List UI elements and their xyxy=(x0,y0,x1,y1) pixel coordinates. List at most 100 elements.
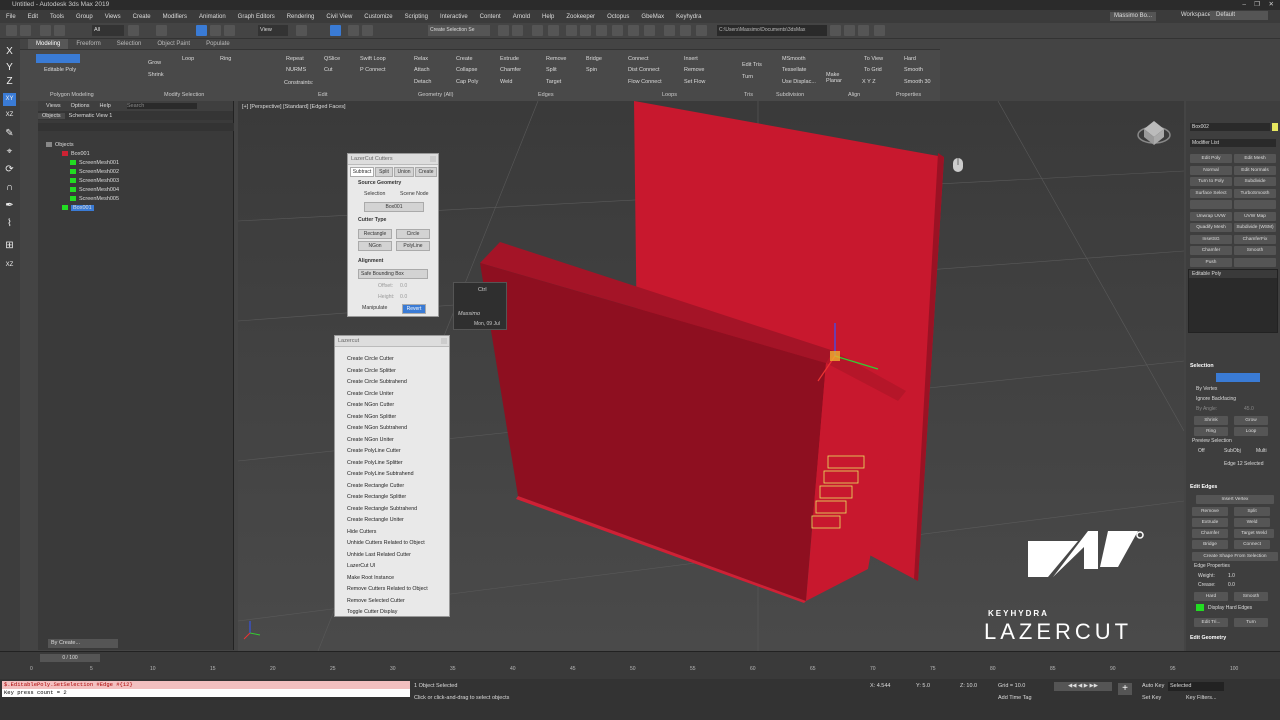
weld-button[interactable]: Weld xyxy=(1234,518,1270,527)
group-polygon-modeling[interactable]: Polygon Modeling xyxy=(50,92,94,98)
tree-item[interactable]: ScreenMesh003 xyxy=(70,177,250,186)
modifier-button[interactable]: Edit Mesh xyxy=(1234,154,1276,163)
set-key-button[interactable]: Set Key xyxy=(1142,695,1161,701)
undo-icon[interactable] xyxy=(6,25,17,36)
tab-subtract[interactable]: Subtract xyxy=(350,167,374,177)
axis-xz2-icon[interactable]: XZ xyxy=(3,259,16,272)
shrink-button[interactable]: Shrink xyxy=(1194,416,1228,425)
modifier-button[interactable]: UVW Map xyxy=(1234,211,1276,221)
selection-rollout[interactable]: Selection xyxy=(1190,363,1214,369)
preview-multi-radio[interactable]: Multi xyxy=(1256,448,1267,454)
tree-item[interactable]: ScreenMesh005 xyxy=(70,195,250,204)
schematic-icon[interactable] xyxy=(580,25,591,36)
tree-item[interactable]: ScreenMesh004 xyxy=(70,186,250,195)
tab-modeling[interactable]: Modeling xyxy=(28,39,69,49)
split-button[interactable]: Split xyxy=(546,67,557,73)
redo-icon[interactable] xyxy=(20,25,31,36)
preview-off-radio[interactable]: Off xyxy=(1198,448,1205,454)
maxscript-listener[interactable]: $.EditablePoly.SetSelection #Edge #{12} … xyxy=(2,681,410,697)
key-mode-dropdown[interactable]: Selected xyxy=(1168,682,1224,691)
perspective-viewport[interactable]: [+] [Perspective] [Standard] [Edged Face… xyxy=(238,101,1184,651)
menu-animation[interactable]: Animation xyxy=(193,14,232,20)
render-frame-icon[interactable] xyxy=(628,25,639,36)
chamfer-button[interactable]: Chamfer xyxy=(500,67,521,73)
radio-scene-node[interactable]: Scene Node xyxy=(400,191,429,197)
modifier-button[interactable]: InsetSG xyxy=(1190,234,1232,244)
attach-button[interactable]: Attach xyxy=(414,67,430,73)
explorer-views-menu[interactable]: Views xyxy=(46,103,61,109)
menu-rendering[interactable]: Rendering xyxy=(281,14,321,20)
smooth-button[interactable]: Smooth xyxy=(1234,592,1268,601)
detach-button[interactable]: Detach xyxy=(414,79,431,85)
render-icon[interactable] xyxy=(644,25,655,36)
percent-snap-icon[interactable] xyxy=(362,25,373,36)
minimize-icon[interactable]: – xyxy=(1242,0,1246,10)
timeline[interactable]: 0 / 100 0 5 10 15 20 25 30 35 40 45 50 55 60 65 70 75 80… xyxy=(0,651,1280,679)
menu-item[interactable]: Create PolyLine Subtrahend xyxy=(347,471,414,477)
paint-icon[interactable]: ✎ xyxy=(3,127,16,140)
use-displace-button[interactable]: Use Displac... xyxy=(782,79,816,85)
explorer-options-menu[interactable]: Options xyxy=(71,103,90,109)
to-view-button[interactable]: To View xyxy=(864,56,883,62)
menu-item[interactable]: Hide Cutters xyxy=(347,529,376,535)
radio-selection[interactable]: Selection xyxy=(364,191,385,197)
pen-icon[interactable]: ✒ xyxy=(3,199,16,212)
align-xyz-buttons[interactable]: X Y Z xyxy=(862,79,876,85)
modifier-button[interactable]: Push xyxy=(1190,257,1232,267)
polyline-button[interactable]: PolyLine xyxy=(396,241,430,251)
loop-button[interactable]: Loop xyxy=(1234,427,1268,436)
display-hard-edges-checkbox[interactable]: Display Hard Edges xyxy=(1208,605,1252,611)
menu-modifiers[interactable]: Modifiers xyxy=(157,14,193,20)
modifier-button[interactable]: Smooth xyxy=(1234,246,1276,255)
node-picker-button[interactable]: Box001 xyxy=(364,202,424,212)
swift-loop-button[interactable]: Swift Loop xyxy=(360,56,386,62)
group-properties[interactable]: Properties xyxy=(896,92,921,98)
hard-button[interactable]: Hard xyxy=(1194,592,1228,601)
menu-gbemax[interactable]: GbeMax xyxy=(635,14,670,20)
preview-subobj-radio[interactable]: SubObj xyxy=(1224,448,1241,454)
group-geometry[interactable]: Geometry (All) xyxy=(418,92,453,98)
menu-content[interactable]: Content xyxy=(474,14,507,20)
set-key-icon[interactable]: + xyxy=(1118,683,1132,695)
grid-tool-icon[interactable]: ⊞ xyxy=(3,239,16,252)
menu-item[interactable]: Create NGon Uniter xyxy=(347,437,394,443)
environment-icon[interactable] xyxy=(696,25,707,36)
render-setup-icon[interactable] xyxy=(612,25,623,36)
tree-item[interactable]: Box001 xyxy=(62,150,242,159)
modifier-list-dropdown[interactable]: Modifier List xyxy=(1190,139,1276,147)
grow-button[interactable]: Grow xyxy=(1234,416,1268,425)
loop-tool-icon[interactable]: ⟳ xyxy=(3,163,16,176)
dist-connect-button[interactable]: Dist Connect xyxy=(628,67,660,73)
coord-z[interactable]: Z: 10.0 xyxy=(960,683,977,689)
to-grid-button[interactable]: To Grid xyxy=(864,67,882,73)
tab-create[interactable]: Create xyxy=(415,167,437,177)
split-button[interactable]: Split xyxy=(1234,507,1270,516)
cutter-type-heading[interactable]: Cutter Type xyxy=(358,217,386,223)
viewport-layout-icon[interactable] xyxy=(874,25,885,36)
menu-item[interactable]: Remove Cutters Related to Object xyxy=(347,586,428,592)
selection-set-dropdown[interactable]: Create Selection Se xyxy=(428,25,490,36)
menu-item[interactable]: Create NGon Cutter xyxy=(347,402,394,408)
height-field[interactable]: 0.0 xyxy=(400,294,407,300)
menu-item[interactable]: Create Circle Splitter xyxy=(347,368,396,374)
axis-xz-icon[interactable]: XZ xyxy=(3,109,16,122)
remove-button[interactable]: Remove xyxy=(1192,507,1228,516)
edge-mode-icon[interactable] xyxy=(1216,373,1260,382)
project-folder-icon[interactable] xyxy=(830,25,841,36)
connect-button[interactable]: Connect xyxy=(1234,540,1270,549)
tab-populate[interactable]: Populate xyxy=(198,39,238,49)
arnold-icon[interactable] xyxy=(664,25,675,36)
link-icon[interactable] xyxy=(40,25,51,36)
menu-help[interactable]: Help xyxy=(536,14,560,20)
tab-union[interactable]: Union xyxy=(394,167,414,177)
create-shape-button[interactable]: Create Shape From Selection xyxy=(1192,552,1278,561)
menu-item[interactable]: Create Rectangle Cutter xyxy=(347,483,404,489)
modifier-button[interactable]: Turn to Poly xyxy=(1190,177,1232,186)
key-filters-button[interactable]: Key Filters... xyxy=(1186,695,1217,701)
modifier-button[interactable]: Normal xyxy=(1190,165,1232,175)
insert-button[interactable]: Insert xyxy=(684,56,698,62)
ngon-button[interactable]: NGon xyxy=(358,241,392,251)
nurms-button[interactable]: NURMS xyxy=(286,67,306,73)
explorer-help-menu[interactable]: Help xyxy=(100,103,111,109)
create-button[interactable]: Create xyxy=(456,56,473,62)
